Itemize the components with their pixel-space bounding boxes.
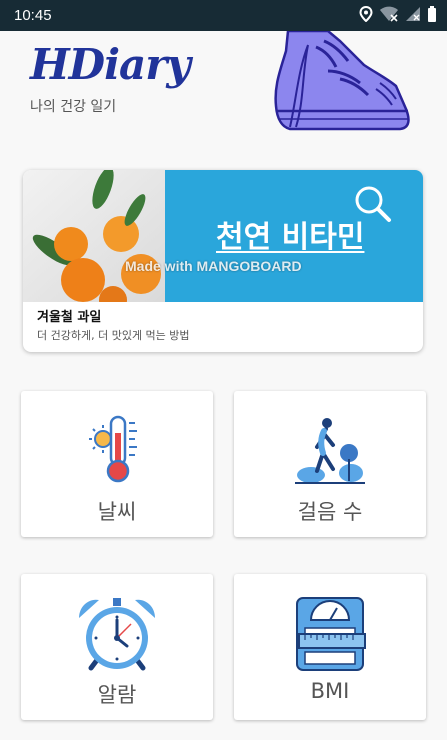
alarm-label: 알람 [97,683,137,707]
status-icons [359,6,437,22]
weather-tile[interactable]: 날씨 [21,391,213,537]
steps-tile[interactable]: 걸음 수 [234,391,426,537]
bmi-label: BMI [310,679,350,703]
battery-icon [428,6,436,22]
walking-person-icon [295,418,365,484]
banner-headline: 천연 비타민 [216,220,365,255]
app-subtitle: 나의 건강 일기 [30,99,117,115]
thermometer-icon [89,415,137,483]
bmi-tile[interactable]: BMI [234,574,426,720]
signal-icon [406,7,420,21]
status-time: 10:45 [14,7,52,24]
sneaker-illustration-icon [274,31,410,131]
weather-label: 날씨 [97,500,137,524]
banner-title: 겨울철 과일 [37,310,102,325]
app-title: HDiary [30,40,191,89]
alarm-tile[interactable]: 알람 [21,574,213,720]
wifi-icon [380,6,398,22]
alarm-clock-icon [79,598,155,671]
banner-card[interactable]: 천연 비타민 Made with MANGOBOARD 겨울철 과일 더 건강하… [23,170,423,352]
steps-label: 걸음 수 [297,500,363,524]
banner-watermark: Made with MANGOBOARD [125,258,302,274]
banner-description: 더 건강하게, 더 맛있게 먹는 방법 [37,329,190,342]
status-bar: 10:45 [0,0,447,31]
location-icon [359,6,373,22]
scale-icon [296,597,366,671]
